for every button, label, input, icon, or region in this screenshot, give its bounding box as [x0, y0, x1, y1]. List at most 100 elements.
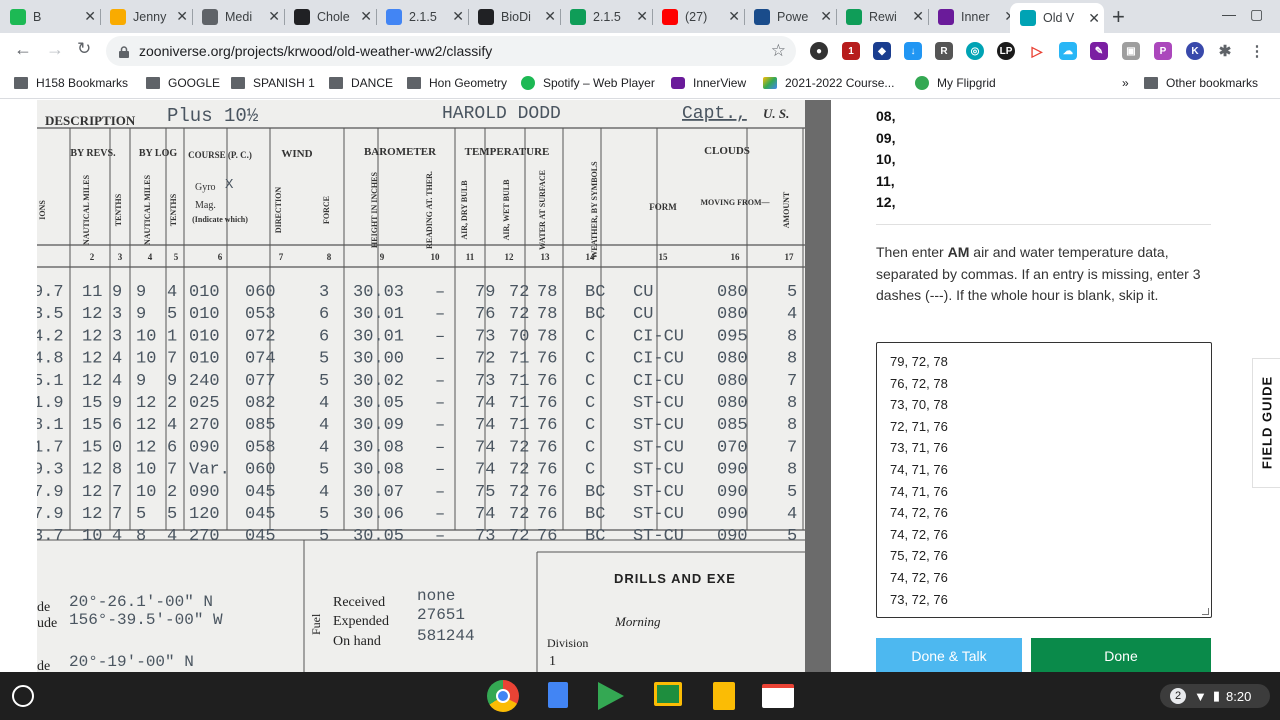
chrome-app-icon[interactable]: [487, 680, 519, 712]
log-cell: 30.08: [353, 461, 404, 480]
log-cell: 240: [189, 372, 220, 391]
log-cell: 72: [509, 283, 529, 302]
log-cell: 070: [717, 438, 748, 457]
log-cell: 7: [112, 483, 122, 502]
browser-tab[interactable]: Jenny ✕: [100, 3, 193, 30]
column-number: 17: [785, 252, 795, 262]
tab-close-icon[interactable]: ✕: [1088, 10, 1100, 27]
field-guide-tab[interactable]: FIELD GUIDE: [1252, 358, 1280, 488]
bookmark-item[interactable]: DANCE: [329, 76, 393, 90]
extension-lp-icon[interactable]: LP: [997, 42, 1015, 60]
tab-close-icon[interactable]: ✕: [820, 8, 832, 25]
tab-title: BioDi: [501, 9, 531, 24]
extension-red-icon[interactable]: 1: [842, 42, 860, 60]
log-cell: 8: [136, 527, 146, 546]
log-cell: 080: [717, 372, 748, 391]
tab-close-icon[interactable]: ✕: [912, 8, 924, 25]
tab-close-icon[interactable]: ✕: [360, 8, 372, 25]
url-text: zooniverse.org/projects/krwood/old-weath…: [139, 43, 493, 59]
folder-icon: [146, 77, 160, 89]
extension-purple-icon[interactable]: ✎: [1090, 42, 1108, 60]
play-store-icon[interactable]: [598, 682, 624, 710]
log-cell: 70: [509, 327, 529, 346]
launcher-icon[interactable]: [12, 685, 34, 707]
extension-grey-icon[interactable]: ▣: [1122, 42, 1140, 60]
extension-incognito-icon[interactable]: ●: [810, 42, 828, 60]
extension-k-icon[interactable]: K: [1186, 42, 1204, 60]
browser-tab[interactable]: 2.1.5 ✕: [376, 3, 469, 30]
column-number: 16: [731, 252, 741, 262]
tab-close-icon[interactable]: ✕: [544, 8, 556, 25]
tab-close-icon[interactable]: ✕: [636, 8, 648, 25]
reload-icon[interactable]: ↻: [77, 39, 91, 59]
done-button[interactable]: Done: [1031, 638, 1211, 672]
tab-close-icon[interactable]: ✕: [176, 8, 188, 25]
resize-handle[interactable]: [1202, 608, 1209, 615]
bookmark-item[interactable]: SPANISH 1: [231, 76, 315, 90]
tab-close-icon[interactable]: ✕: [84, 8, 96, 25]
log-cell: ST-CU: [633, 527, 684, 546]
browser-tab[interactable]: (27) ✕: [652, 3, 745, 30]
bookmark-item[interactable]: H158 Bookmarks: [14, 76, 128, 90]
header-nautical-miles: NAUTICAL MILES: [143, 174, 152, 245]
back-icon[interactable]: ←: [14, 39, 32, 60]
header-water: WATER AT SURFACE: [538, 170, 547, 250]
bookmark-item[interactable]: GOOGLE: [146, 76, 220, 90]
bookmark-star-icon[interactable]: ☆: [771, 41, 786, 61]
drive-icon: [763, 77, 777, 89]
extensions-puzzle-icon[interactable]: ✱: [1216, 42, 1234, 60]
log-cell: –: [435, 461, 445, 480]
status-tray[interactable]: 2 ▼ ▮ 8:20: [1160, 684, 1270, 708]
extension-download-icon[interactable]: ↓: [904, 42, 922, 60]
column-number: 11: [466, 252, 475, 262]
maximize-icon[interactable]: ▢: [1250, 6, 1263, 23]
slides-app-icon[interactable]: [713, 682, 735, 710]
bookmark-item[interactable]: InnerView: [671, 76, 746, 90]
minimize-icon[interactable]: —: [1222, 6, 1236, 22]
forward-icon[interactable]: →: [46, 39, 64, 60]
tab-title: 2.1.5: [593, 9, 621, 24]
tab-title: Medi: [225, 9, 253, 24]
log-cell: 080: [717, 394, 748, 413]
browser-tab[interactable]: Chole ✕: [284, 3, 377, 30]
bookmark-item[interactable]: My Flipgrid: [915, 76, 996, 90]
tab-close-icon[interactable]: ✕: [728, 8, 740, 25]
bookmarks-overflow-button[interactable]: »: [1122, 76, 1129, 90]
extension-r-icon[interactable]: R: [935, 42, 953, 60]
browser-tab[interactable]: BioDi ✕: [468, 3, 561, 30]
browser-tab[interactable]: 2.1.5 ✕: [560, 3, 653, 30]
new-tab-button[interactable]: +: [1112, 4, 1125, 30]
onhand-value: 581244: [417, 627, 475, 645]
extension-pdf-icon[interactable]: P: [1154, 42, 1172, 60]
docs-app-icon[interactable]: [548, 682, 568, 708]
extension-arrow-icon[interactable]: ▷: [1028, 42, 1046, 60]
bookmark-item[interactable]: 2021-2022 Course...: [763, 76, 894, 90]
log-cell: 7.9: [37, 483, 64, 502]
log-cell: 4: [319, 438, 329, 457]
address-bar[interactable]: zooniverse.org/projects/krwood/old-weath…: [106, 36, 796, 66]
extension-cloud-icon[interactable]: ☁: [1059, 42, 1077, 60]
menu-kebab-icon[interactable]: ⋮: [1248, 42, 1266, 60]
bookmark-item[interactable]: Hon Geometry: [407, 76, 507, 90]
extension-teal-icon[interactable]: ◎: [966, 42, 984, 60]
log-cell: 12: [82, 461, 102, 480]
other-bookmarks[interactable]: Other bookmarks: [1144, 76, 1258, 90]
browser-tab[interactable]: Powe ✕: [744, 3, 837, 30]
browser-tab[interactable]: Medi ✕: [192, 3, 285, 30]
log-cell: 077: [245, 372, 276, 391]
logbook-page-image[interactable]: DESCRIPTION Plus 10½ HAROLD DODD Capt., U. S…: [37, 100, 805, 672]
temperature-textarea[interactable]: 79, 72, 78 76, 72, 78 73, 70, 78 72, 71, 76…: [876, 342, 1212, 618]
extension-blue-icon[interactable]: ◆: [873, 42, 891, 60]
browser-tab[interactable]: Old V ✕: [1010, 3, 1104, 33]
done-and-talk-button[interactable]: Done & Talk: [876, 638, 1022, 672]
log-cell: –: [435, 305, 445, 324]
tab-close-icon[interactable]: ✕: [268, 8, 280, 25]
gmail-app-icon[interactable]: [762, 684, 794, 708]
browser-tab[interactable]: Rewi ✕: [836, 3, 929, 30]
tab-close-icon[interactable]: ✕: [452, 8, 464, 25]
browser-tab[interactable]: B ✕: [0, 3, 101, 30]
done-label: Done: [1104, 648, 1138, 664]
classroom-app-icon[interactable]: [654, 682, 682, 706]
bookmark-item[interactable]: Spotify – Web Player: [521, 76, 655, 90]
browser-tab[interactable]: Inner✕: [928, 3, 1021, 30]
